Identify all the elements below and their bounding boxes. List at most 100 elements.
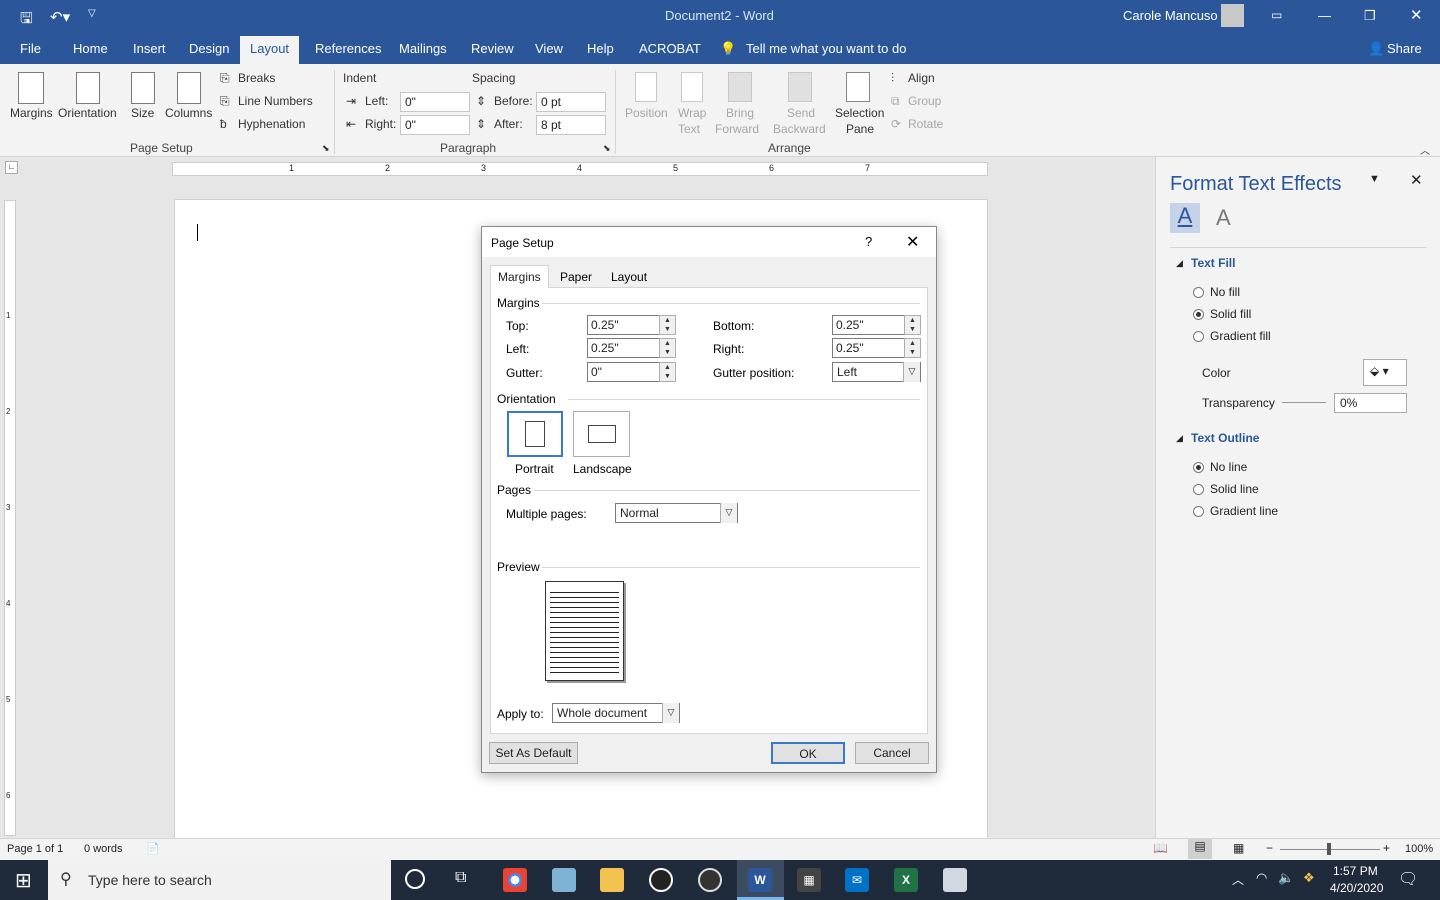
left-margin-spinner[interactable]: ▲ ▼ bbox=[659, 338, 676, 358]
file-explorer-icon[interactable] bbox=[600, 868, 624, 892]
app-icon[interactable] bbox=[698, 868, 722, 892]
close-icon[interactable]: ✕ bbox=[1410, 6, 1423, 24]
text-effects-icon[interactable]: A bbox=[1216, 205, 1231, 231]
portrait-button[interactable] bbox=[507, 411, 563, 457]
left-margin-input[interactable]: 0.25" bbox=[587, 338, 660, 358]
help-button[interactable]: ? bbox=[865, 234, 872, 249]
no-line-label[interactable]: No line bbox=[1210, 460, 1247, 474]
app-icon[interactable] bbox=[649, 868, 673, 892]
restore-icon[interactable]: ❐ bbox=[1364, 8, 1376, 24]
hyphenation-button[interactable]: Hyphenation bbox=[238, 117, 305, 131]
columns-button[interactable]: Columns bbox=[165, 106, 212, 120]
customize-toolbar-icon[interactable]: ▽ bbox=[88, 8, 96, 19]
tab-design[interactable]: Design bbox=[189, 41, 229, 56]
orientation-icon[interactable] bbox=[76, 72, 100, 104]
columns-icon[interactable] bbox=[177, 72, 201, 104]
zoom-slider-thumb[interactable] bbox=[1327, 843, 1331, 855]
text-fill-outline-icon[interactable]: A bbox=[1170, 203, 1200, 233]
selection-pane-icon[interactable] bbox=[846, 72, 870, 102]
taskbar-search-placeholder[interactable]: Type here to search bbox=[88, 872, 212, 888]
selection-pane-button[interactable]: Selection bbox=[835, 106, 884, 120]
transparency-input[interactable]: 0% bbox=[1334, 393, 1407, 413]
task-view-icon[interactable]: ⧉ bbox=[455, 869, 466, 887]
windows-start-icon[interactable]: ⊞ bbox=[15, 868, 32, 893]
text-outline-section[interactable]: Text Outline bbox=[1191, 431, 1259, 445]
landscape-button[interactable] bbox=[573, 411, 630, 457]
indent-right-input[interactable]: 0" bbox=[400, 115, 470, 135]
collapse-arrow-icon[interactable]: ◢ bbox=[1176, 258, 1183, 269]
share-button[interactable]: Share bbox=[1387, 41, 1422, 56]
gutter-spinner[interactable]: ▲ ▼ bbox=[659, 362, 676, 382]
transparency-slider[interactable] bbox=[1282, 402, 1326, 403]
spacing-after-input[interactable]: 8 pt bbox=[536, 115, 606, 135]
right-margin-input[interactable]: 0.25" bbox=[832, 338, 905, 358]
tab-acrobat[interactable]: ACROBAT bbox=[639, 41, 701, 56]
undo-icon[interactable]: ↶▾ bbox=[50, 8, 70, 26]
avatar[interactable] bbox=[1221, 4, 1244, 27]
share-icon[interactable]: 👤 bbox=[1368, 41, 1384, 57]
spacing-before-input[interactable]: 0 pt bbox=[536, 92, 606, 112]
outlook-icon[interactable]: ✉ bbox=[845, 868, 869, 892]
chevron-down-icon[interactable]: ▽ bbox=[903, 362, 920, 382]
chevron-down-icon[interactable]: ▽ bbox=[662, 703, 679, 723]
tab-home[interactable]: Home bbox=[73, 41, 108, 56]
gradient-line-radio[interactable] bbox=[1193, 506, 1204, 517]
read-mode-icon[interactable]: 📖 bbox=[1153, 841, 1168, 855]
ok-button[interactable]: OK bbox=[771, 742, 845, 764]
notepad-icon[interactable] bbox=[552, 868, 576, 892]
word-icon[interactable]: W bbox=[748, 868, 772, 892]
solid-fill-label[interactable]: Solid fill bbox=[1210, 307, 1251, 321]
tab-help[interactable]: Help bbox=[587, 41, 614, 56]
collapse-ribbon-icon[interactable]: ︿ bbox=[1420, 142, 1430, 157]
word-count[interactable]: 0 words bbox=[84, 843, 123, 855]
save-icon[interactable]: 🖫 bbox=[20, 8, 33, 33]
tab-layout-dialog[interactable]: Layout bbox=[611, 270, 647, 284]
print-layout-icon[interactable]: ▤ bbox=[1188, 839, 1212, 859]
tab-margins[interactable]: Margins bbox=[490, 265, 549, 288]
tab-view[interactable]: View bbox=[535, 41, 563, 56]
cortana-icon[interactable] bbox=[405, 869, 425, 889]
proofing-icon[interactable]: 📄 bbox=[146, 842, 160, 855]
orientation-button[interactable]: Orientation bbox=[58, 106, 117, 120]
bottom-margin-input[interactable]: 0.25" bbox=[832, 315, 905, 335]
bottom-margin-spinner[interactable]: ▲ ▼ bbox=[904, 315, 921, 335]
clock-time[interactable]: 1:57 PM bbox=[1333, 864, 1378, 878]
gradient-fill-radio[interactable] bbox=[1193, 331, 1204, 342]
tab-insert[interactable]: Insert bbox=[133, 41, 166, 56]
margins-button[interactable]: Margins bbox=[10, 106, 53, 120]
text-fill-section[interactable]: Text Fill bbox=[1191, 256, 1235, 270]
size-icon[interactable] bbox=[131, 72, 155, 104]
paragraph-launcher-icon[interactable]: ⬊ bbox=[603, 143, 611, 154]
line-numbers-button[interactable]: Line Numbers bbox=[238, 94, 313, 108]
set-as-default-button[interactable]: Set As Default bbox=[489, 742, 578, 764]
cancel-button[interactable]: Cancel bbox=[855, 742, 929, 764]
portrait-label[interactable]: Portrait bbox=[515, 462, 554, 476]
no-fill-radio[interactable] bbox=[1193, 287, 1204, 298]
right-margin-spinner[interactable]: ▲ ▼ bbox=[904, 338, 921, 358]
web-layout-icon[interactable]: ▦ bbox=[1233, 841, 1244, 855]
notifications-icon[interactable]: 🗨 bbox=[1398, 869, 1418, 889]
user-name[interactable]: Carole Mancuso bbox=[1123, 8, 1218, 23]
vertical-ruler[interactable]: 1 2 3 4 5 6 bbox=[4, 200, 16, 836]
landscape-label[interactable]: Landscape bbox=[573, 462, 632, 476]
align-button[interactable]: Align bbox=[908, 71, 935, 85]
excel-icon[interactable]: X bbox=[894, 868, 918, 892]
no-line-radio[interactable] bbox=[1193, 462, 1204, 473]
ribbon-display-icon[interactable]: ▭ bbox=[1271, 8, 1282, 22]
chrome-icon[interactable] bbox=[503, 868, 527, 892]
zoom-out-icon[interactable]: − bbox=[1266, 841, 1273, 855]
pane-close-icon[interactable]: ✕ bbox=[1410, 171, 1423, 189]
collapse-arrow-icon[interactable]: ◢ bbox=[1176, 433, 1183, 444]
apply-to-select[interactable]: Whole document bbox=[552, 703, 680, 723]
solid-line-label[interactable]: Solid line bbox=[1210, 482, 1259, 496]
selection-pane-label-2[interactable]: Pane bbox=[846, 122, 874, 136]
tab-references[interactable]: References bbox=[315, 41, 381, 56]
tab-review[interactable]: Review bbox=[471, 41, 514, 56]
horizontal-ruler[interactable]: 1 2 3 4 5 6 7 bbox=[172, 162, 988, 176]
page-setup-launcher-icon[interactable]: ⬊ bbox=[322, 143, 330, 154]
solid-line-radio[interactable] bbox=[1193, 484, 1204, 495]
no-fill-label[interactable]: No fill bbox=[1210, 285, 1240, 299]
dialog-close-icon[interactable]: ✕ bbox=[906, 232, 919, 252]
color-picker-button[interactable]: ⬙ ▾ bbox=[1363, 359, 1407, 386]
zoom-level[interactable]: 100% bbox=[1405, 843, 1433, 855]
